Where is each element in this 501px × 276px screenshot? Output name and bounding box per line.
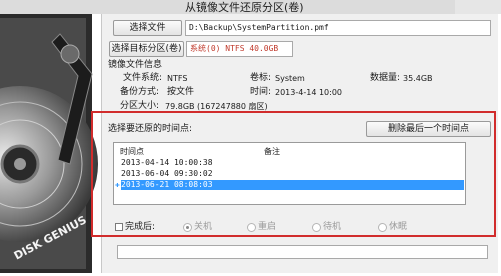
target-partition-value: 系统(0) NTFS 40.0GB xyxy=(190,44,279,53)
fs-label: 文件系统: xyxy=(123,73,163,83)
restore-point-time: 2013-06-21 08:08:03 xyxy=(121,180,213,189)
restore-point-row-selected[interactable]: ✚ 2013-06-21 08:08:03 xyxy=(115,180,464,190)
backup-time-value: 2013-4-14 10:00 xyxy=(275,88,342,97)
data-size-value: 35.4GB xyxy=(403,74,433,83)
radio-standby[interactable] xyxy=(312,223,321,232)
restore-points-label: 选择要还原的时间点: xyxy=(108,124,193,134)
window-title: 从镜像文件还原分区(卷) xyxy=(185,1,304,14)
select-file-button[interactable]: 选择文件 xyxy=(113,20,182,36)
restore-point-time: 2013-06-04 09:30:02 xyxy=(121,169,213,178)
delete-last-point-button[interactable]: 删除最后一个时间点 xyxy=(366,121,491,137)
restore-point-time: 2013-04-14 10:00:38 xyxy=(121,158,213,167)
radio-hibernate-label: 休眠 xyxy=(389,222,408,232)
target-partition-field[interactable]: 系统(0) NTFS 40.0GB xyxy=(186,41,293,57)
image-info-heading: 镜像文件信息 xyxy=(108,60,163,70)
restore-point-row[interactable]: 2013-06-04 09:30:02 xyxy=(121,169,464,179)
radio-restart-label: 重启 xyxy=(258,222,277,232)
backup-method-label: 备份方式: xyxy=(120,87,160,97)
radio-shutdown-label: 关机 xyxy=(194,222,213,232)
after-complete-checkbox[interactable] xyxy=(115,223,123,231)
image-file-path-field[interactable]: D:\Backup\SystemPartition.pmf xyxy=(185,20,491,36)
window-controls[interactable] xyxy=(455,0,501,14)
radio-hibernate[interactable] xyxy=(378,223,387,232)
col-header-time: 时间点 xyxy=(120,147,144,156)
volume-label-label: 卷标: xyxy=(250,73,272,83)
col-header-note: 备注 xyxy=(264,147,280,156)
hard-disk-image: DISK GENIUS xyxy=(0,14,98,273)
volume-label-value: System xyxy=(275,74,305,83)
disk-illustration: DISK GENIUS xyxy=(0,14,101,273)
restore-points-list[interactable]: 时间点 备注 2013-04-14 10:00:38 2013-06-04 09… xyxy=(113,142,466,205)
select-target-partition-button[interactable]: 选择目标分区(卷) xyxy=(109,41,184,57)
radio-shutdown[interactable] xyxy=(183,223,192,232)
data-size-label: 数据量: xyxy=(370,73,401,83)
progress-bar xyxy=(117,245,488,259)
restore-point-row[interactable]: 2013-04-14 10:00:38 xyxy=(121,158,464,168)
backup-time-label: 时间: xyxy=(250,87,272,97)
fs-value: NTFS xyxy=(167,74,188,83)
after-complete-label: 完成后: xyxy=(125,222,156,232)
radio-standby-label: 待机 xyxy=(323,222,342,232)
backup-method-value: 按文件 xyxy=(167,87,195,97)
radio-restart[interactable] xyxy=(247,223,256,232)
current-pointer-icon: ✚ xyxy=(115,180,120,189)
